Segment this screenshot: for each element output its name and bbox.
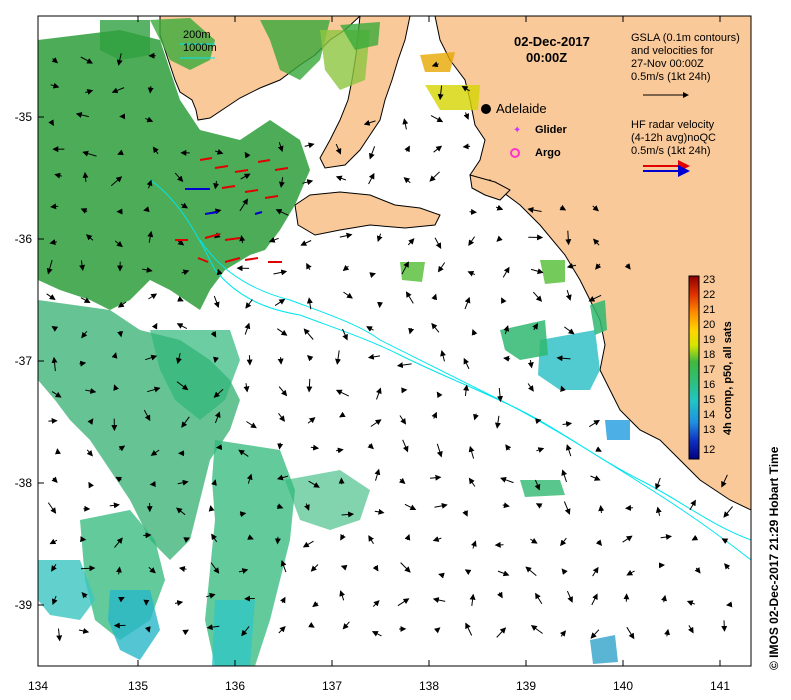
city-label: Adelaide xyxy=(496,101,547,116)
colorbar-tick: 14 xyxy=(703,409,716,421)
lat-tick: -35 xyxy=(14,110,32,124)
colorbar-tick: 22 xyxy=(703,289,716,301)
velocity-arrow xyxy=(143,532,152,539)
lon-tick: 141 xyxy=(709,679,731,693)
lat-tick: -39 xyxy=(14,598,32,612)
lon-tick: 135 xyxy=(127,679,149,693)
colorbar-tick: 13 xyxy=(703,424,716,436)
colorbar-tick: 20 xyxy=(703,319,716,331)
lon-tick: 137 xyxy=(321,679,343,693)
colorbar-tick: 12 xyxy=(703,444,716,456)
lon-tick: 139 xyxy=(515,679,537,693)
map-date: 02-Dec-2017 xyxy=(514,34,590,49)
velocity-arrow xyxy=(726,601,733,608)
hf-line-3: 0.5m/s (1kt 24h) xyxy=(631,145,711,157)
colorbar-tick: 17 xyxy=(703,364,716,376)
argo-label: Argo xyxy=(535,147,561,159)
colorbar-tick: 23 xyxy=(703,274,716,286)
velocity-arrow xyxy=(306,378,313,393)
velocity-arrow xyxy=(625,504,633,511)
glider-label: Glider xyxy=(535,124,567,136)
lat-tick: -38 xyxy=(14,476,32,490)
velocity-arrow xyxy=(246,355,253,366)
gsla-line-3: 27-Nov 00:00Z xyxy=(631,58,704,70)
velocity-arrow xyxy=(721,620,728,632)
adelaide-marker xyxy=(481,104,491,114)
lon-tick: 136 xyxy=(224,679,246,693)
lat-tick: -37 xyxy=(14,354,32,368)
sst-map: ✦ xyxy=(37,15,752,667)
colorbar-tick: 19 xyxy=(703,334,716,346)
hf-line-1: HF radar velocity xyxy=(631,119,715,131)
gsla-legend: GSLA (0.1m contours) and velocities for … xyxy=(631,32,740,84)
hf-legend: HF radar velocity (4-12h avg)noQC 0.5m/s… xyxy=(631,119,716,158)
glider-marker: ✦ xyxy=(513,125,521,136)
isobath-1000-label: 1000m xyxy=(183,42,217,54)
lat-tick: -36 xyxy=(14,232,32,246)
lon-tick: 140 xyxy=(612,679,634,693)
velocity-arrow xyxy=(147,86,154,94)
gsla-line-2: and velocities for xyxy=(631,45,714,57)
velocity-arrow xyxy=(50,203,59,210)
isobath-200-label: 200m xyxy=(183,29,211,41)
credit-text: © IMOS 02-Dec-2017 21:29 Hobart Time xyxy=(767,446,781,670)
map-time: 00:00Z xyxy=(526,50,568,65)
colorbar-tick: 15 xyxy=(703,394,716,406)
velocity-arrow xyxy=(80,565,96,572)
colorbar-tick: 18 xyxy=(703,349,716,361)
hf-line-2: (4-12h avg)noQC xyxy=(631,132,716,144)
colorbar xyxy=(688,275,700,460)
lon-tick: 138 xyxy=(418,679,440,693)
velocity-arrow xyxy=(469,208,477,215)
velocity-arrow xyxy=(462,143,471,150)
lon-tick: 134 xyxy=(27,679,49,693)
gsla-line-4: 0.5m/s (1kt 24h) xyxy=(631,71,711,83)
colorbar-label: 4h comp, p50, all sats xyxy=(722,321,734,435)
gsla-line-1: GSLA (0.1m contours) xyxy=(631,32,740,44)
velocity-arrow xyxy=(274,536,281,545)
colorbar-tick: 21 xyxy=(703,304,716,316)
velocity-arrow xyxy=(55,448,61,455)
velocity-arrow xyxy=(277,357,284,365)
colorbar-tick: 16 xyxy=(703,379,716,391)
velocity-arrow xyxy=(149,481,156,487)
